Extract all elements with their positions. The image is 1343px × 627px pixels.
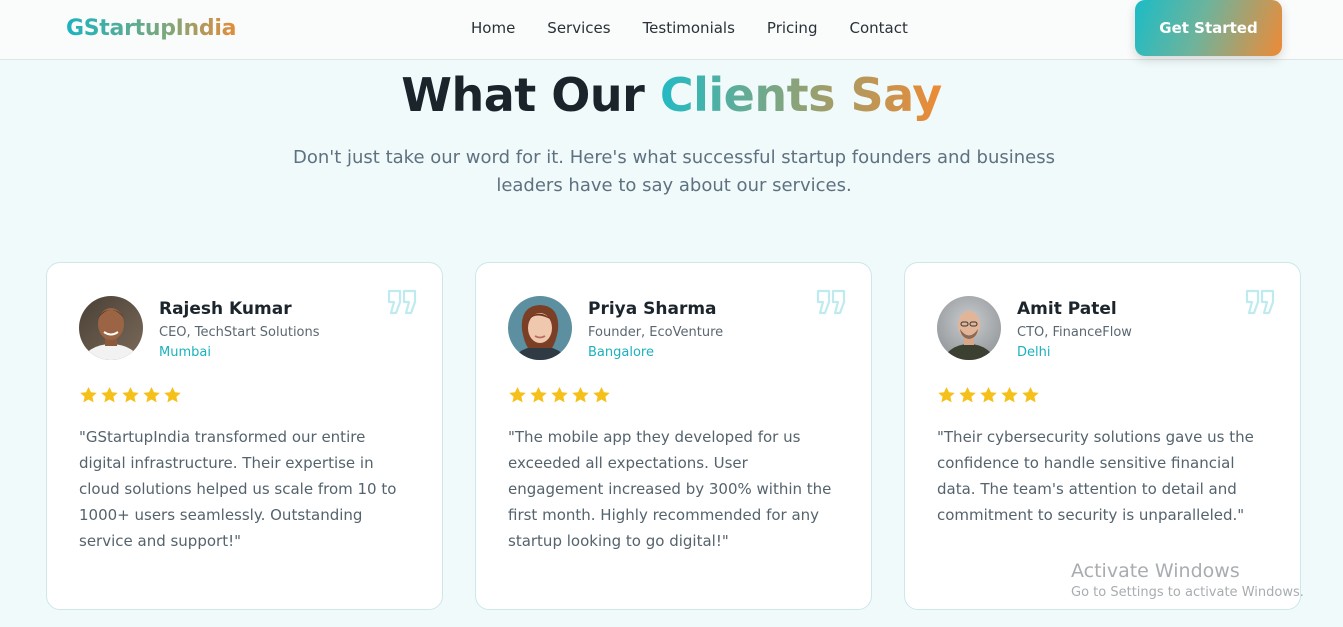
testimonial-card: Amit Patel CTO, FinanceFlow Delhi "Their… — [904, 262, 1301, 610]
star-icon — [959, 386, 976, 403]
section-subtitle: Don't just take our word for it. Here's … — [293, 147, 1055, 196]
star-icon — [143, 386, 160, 403]
star-icon — [530, 386, 547, 403]
nav-link-pricing[interactable]: Pricing — [767, 19, 818, 37]
star-icon — [80, 386, 97, 403]
star-icon — [1022, 386, 1039, 403]
activate-windows-title: Activate Windows — [1071, 560, 1240, 582]
nav-link-contact[interactable]: Contact — [849, 19, 907, 37]
star-rating — [937, 386, 1040, 405]
client-role: CTO, FinanceFlow — [1017, 325, 1132, 340]
star-rating — [508, 386, 611, 405]
nav-link-testimonials[interactable]: Testimonials — [643, 19, 735, 37]
section-heading: What Our Clients Say — [0, 68, 1343, 122]
client-role: Founder, EcoVenture — [588, 325, 724, 340]
client-city: Delhi — [1017, 345, 1051, 360]
client-name: Priya Sharma — [588, 299, 717, 319]
quote-icon — [1245, 289, 1275, 315]
activate-windows-subtitle: Go to Settings to activate Windows. — [1071, 585, 1304, 600]
client-city: Bangalore — [588, 345, 654, 360]
avatar — [79, 296, 143, 360]
star-icon — [164, 386, 181, 403]
nav-link-services[interactable]: Services — [547, 19, 610, 37]
heading-accent: Clients Say — [659, 68, 942, 122]
quote-icon — [816, 289, 846, 315]
client-city: Mumbai — [159, 345, 211, 360]
navbar: GStartupIndia Home Services Testimonials… — [0, 0, 1343, 60]
star-icon — [551, 386, 568, 403]
star-icon — [980, 386, 997, 403]
brand-logo[interactable]: GStartupIndia — [66, 16, 236, 41]
client-name: Amit Patel — [1017, 299, 1117, 319]
quote-icon — [387, 289, 417, 315]
get-started-button[interactable]: Get Started — [1135, 0, 1282, 56]
star-icon — [122, 386, 139, 403]
star-icon — [938, 386, 955, 403]
testimonial-card: Rajesh Kumar CEO, TechStart Solutions Mu… — [46, 262, 443, 610]
star-icon — [572, 386, 589, 403]
client-role: CEO, TechStart Solutions — [159, 325, 320, 340]
testimonial-text: "Their cybersecurity solutions gave us t… — [937, 428, 1254, 524]
star-icon — [1001, 386, 1018, 403]
testimonial-text: "The mobile app they developed for us ex… — [508, 428, 832, 550]
nav-link-home[interactable]: Home — [471, 19, 515, 37]
heading-plain: What Our — [401, 68, 660, 122]
nav-links: Home Services Testimonials Pricing Conta… — [471, 19, 908, 37]
testimonial-text: "GStartupIndia transformed our entire di… — [79, 428, 397, 550]
star-icon — [509, 386, 526, 403]
star-icon — [593, 386, 610, 403]
star-rating — [79, 386, 182, 405]
avatar — [508, 296, 572, 360]
client-name: Rajesh Kumar — [159, 299, 292, 319]
star-icon — [101, 386, 118, 403]
avatar — [937, 296, 1001, 360]
testimonial-card: Priya Sharma Founder, EcoVenture Bangalo… — [475, 262, 872, 610]
